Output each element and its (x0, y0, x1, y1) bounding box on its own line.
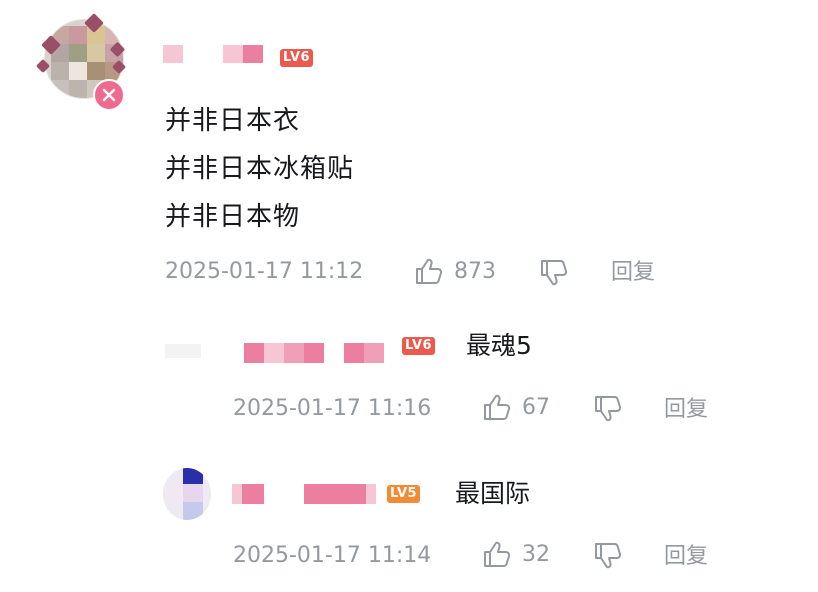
username-pixel (163, 45, 183, 63)
avatar-pixel (69, 26, 87, 44)
avatar-frame-badge-icon (93, 79, 125, 111)
thumbs-up-icon[interactable] (482, 392, 512, 422)
avatar-pixel (51, 80, 69, 98)
avatar-pixel (105, 26, 123, 44)
thumbs-down-icon[interactable] (593, 541, 623, 571)
reply-text: 最魂5 (466, 331, 532, 360)
username-pixel (242, 484, 264, 504)
reply-text: 最国际 (455, 479, 531, 508)
username[interactable] (232, 482, 378, 506)
avatar-pixel (165, 344, 201, 358)
avatar-pixel (183, 502, 203, 520)
avatar-pixel (183, 484, 203, 502)
reply-button[interactable]: 回复 (611, 258, 655, 288)
avatar-pixel (69, 44, 87, 62)
avatar-pixel (51, 62, 69, 80)
comment-line-2: 并非日本冰箱贴 (165, 154, 355, 184)
comment-timestamp: 2025-01-17 11:12 (165, 259, 364, 284)
avatar[interactable] (163, 468, 211, 520)
avatar-pixel (69, 62, 87, 80)
avatar-pixel (87, 62, 105, 80)
thumbs-down-icon[interactable] (593, 394, 623, 424)
avatar[interactable] (165, 336, 205, 364)
username-pixel (232, 484, 242, 504)
username-pixel (364, 343, 384, 363)
reply-timestamp: 2025-01-17 11:16 (233, 396, 432, 421)
comment-line-3: 并非日本物 (165, 202, 301, 232)
username-pixel (264, 343, 284, 363)
reply-button[interactable]: 回复 (664, 542, 708, 572)
username-pixel (344, 343, 364, 363)
reply-timestamp: 2025-01-17 11:14 (233, 543, 432, 568)
username-pixel (366, 484, 376, 504)
username[interactable] (163, 42, 285, 66)
level-badge: LV5 (387, 485, 421, 503)
level-badge: LV6 (280, 49, 314, 67)
thumbs-up-icon[interactable] (414, 256, 444, 286)
reply-button[interactable]: 回复 (664, 395, 708, 425)
username-pixel (243, 45, 263, 63)
like-count: 32 (522, 542, 550, 567)
username-pixel (304, 343, 324, 363)
username[interactable] (244, 340, 392, 364)
thumbs-up-icon[interactable] (482, 539, 512, 569)
username-pixel (244, 343, 264, 363)
avatar-pixel (87, 44, 105, 62)
comment-line-1: 并非日本衣 (165, 106, 301, 136)
avatar-pixel (163, 484, 183, 502)
username-pixel (223, 45, 243, 63)
thumbs-down-icon[interactable] (539, 258, 569, 288)
username-pixel (284, 343, 304, 363)
level-badge: LV6 (402, 337, 436, 355)
username-pixel (348, 484, 366, 504)
like-count: 873 (454, 259, 496, 284)
like-count: 67 (522, 395, 550, 420)
username-pixel (326, 484, 348, 504)
username-pixel (304, 484, 326, 504)
avatar-pixel (69, 80, 87, 98)
avatar-pixel (183, 468, 203, 484)
